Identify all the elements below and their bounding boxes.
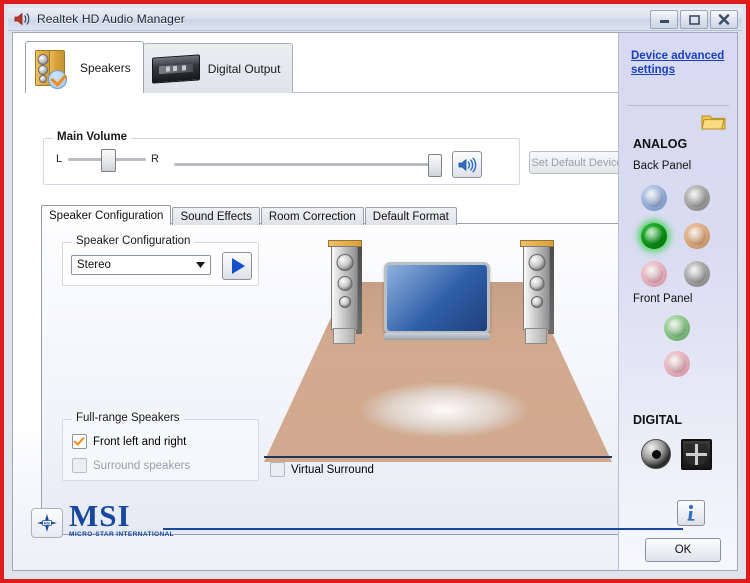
device-jacks-panel: Device advanced settings ANALOG Back Pan… <box>618 33 737 570</box>
set-default-device-button[interactable]: Set Default Device <box>529 151 625 174</box>
room-baseline <box>264 456 612 458</box>
listening-position-glow <box>360 382 528 438</box>
tab-digital-output[interactable]: Digital Output <box>142 43 294 93</box>
msi-brand-sub: MICRO-STAR INTERNATIONAL <box>69 530 175 538</box>
speaker-configuration-dropdown[interactable]: Stereo <box>71 255 211 275</box>
subtab-speaker-configuration[interactable]: Speaker Configuration <box>41 205 172 225</box>
speaker-configuration-panel: Speaker Configuration Stereo Full-range … <box>41 223 623 535</box>
jack-green-line-out[interactable] <box>641 223 667 249</box>
analog-header: ANALOG <box>633 137 688 151</box>
balance-slider-track[interactable] <box>68 148 146 172</box>
info-icon <box>687 504 695 521</box>
volume-slider-track[interactable] <box>174 163 432 166</box>
footer-bar: MSI MSI MICRO-STAR INTERNATIONAL OK <box>13 500 737 570</box>
screenshot-frame: Realtek HD Audio Manager Speakers Digita… <box>0 0 750 583</box>
full-range-speakers-group: Full-range Speakers Front left and right… <box>62 412 259 481</box>
front-panel-label: Front Panel <box>633 293 693 305</box>
device-advanced-settings-link[interactable]: Device advanced settings <box>631 49 727 77</box>
msi-logo: MSI MSI MICRO-STAR INTERNATIONAL <box>31 500 174 539</box>
digital-output-icon <box>151 53 200 84</box>
balance-slider-thumb[interactable] <box>101 148 116 172</box>
window-title: Realtek HD Audio Manager <box>37 12 185 26</box>
folder-icon[interactable] <box>701 113 727 131</box>
checkbox-front-left-right-label: Front left and right <box>93 435 187 448</box>
jack-grey-side[interactable] <box>684 185 710 211</box>
play-icon <box>232 258 245 274</box>
subtab-sound-effects[interactable]: Sound Effects <box>172 207 260 225</box>
ok-button[interactable]: OK <box>645 538 721 562</box>
television-icon <box>384 262 490 340</box>
msi-badge-icon: MSI <box>31 508 63 538</box>
jack-blue-line-in[interactable] <box>641 185 667 211</box>
checkbox-surround-speakers-label: Surround speakers <box>93 459 191 472</box>
play-test-button[interactable] <box>222 252 252 280</box>
checkbox-virtual-surround[interactable]: Virtual Surround <box>270 462 374 477</box>
checkbox-virtual-surround-box[interactable] <box>270 462 285 477</box>
full-range-caption: Full-range Speakers <box>72 412 184 424</box>
main-volume-group: Main Volume L R <box>43 131 520 185</box>
msi-wordmark: MSI MICRO-STAR INTERNATIONAL <box>69 500 174 539</box>
front-left-speaker-icon <box>328 240 362 346</box>
right-panel-divider <box>627 105 729 106</box>
back-panel-label: Back Panel <box>633 160 692 172</box>
jack-pink-mic[interactable] <box>641 261 667 287</box>
checkbox-front-left-right[interactable]: Front left and right <box>72 434 186 449</box>
balance-control[interactable]: L R <box>52 148 162 172</box>
jack-front-green-headphone[interactable] <box>664 315 690 341</box>
speakers-icon <box>34 48 72 89</box>
jack-front-pink-mic[interactable] <box>664 351 690 377</box>
active-device-check-icon <box>48 69 67 89</box>
msi-brand: MSI <box>69 497 131 533</box>
front-right-speaker-icon <box>520 240 554 346</box>
realtek-speaker-icon <box>13 11 31 27</box>
tab-speakers-label: Speakers <box>80 60 131 75</box>
footer-rule <box>163 528 683 530</box>
top-tab-bar: Speakers Digital Output <box>25 41 294 93</box>
svg-text:MSI: MSI <box>44 522 50 526</box>
checkbox-surround-speakers: Surround speakers <box>72 458 190 473</box>
volume-slider-thumb[interactable] <box>428 154 442 177</box>
window-controls <box>648 10 738 29</box>
close-button[interactable] <box>710 10 738 29</box>
window-client-area: Speakers Digital Output Main Volume L R … <box>12 32 738 571</box>
maximize-button[interactable] <box>680 10 708 29</box>
tab-speakers[interactable]: Speakers <box>25 41 144 93</box>
speaker-volume-icon <box>458 157 476 172</box>
optical-spdif-port[interactable] <box>681 439 712 470</box>
balance-right-label: R <box>151 153 159 165</box>
balance-left-label: L <box>55 153 63 165</box>
speaker-configuration-value: Stereo <box>77 259 111 271</box>
sub-tab-bar: Speaker Configuration Sound Effects Room… <box>41 205 458 225</box>
jack-orange-center-sub[interactable] <box>684 223 710 249</box>
checkbox-virtual-surround-label: Virtual Surround <box>291 463 374 476</box>
jack-grey-rear[interactable] <box>684 261 710 287</box>
coaxial-spdif-jack[interactable] <box>641 439 671 469</box>
tab-digital-output-label: Digital Output <box>207 61 281 76</box>
checkbox-surround-speakers-box <box>72 458 87 473</box>
title-bar: Realtek HD Audio Manager <box>8 8 742 31</box>
subtab-default-format[interactable]: Default Format <box>364 207 457 225</box>
info-button[interactable] <box>677 500 705 526</box>
mute-button[interactable] <box>452 151 482 178</box>
digital-header: DIGITAL <box>633 413 683 427</box>
speaker-configuration-caption: Speaker Configuration <box>72 235 195 247</box>
speaker-layout-preview <box>264 234 612 462</box>
checkbox-front-left-right-box[interactable] <box>72 434 87 449</box>
main-volume-caption: Main Volume <box>53 131 132 143</box>
minimize-button[interactable] <box>650 10 678 29</box>
chevron-down-icon <box>192 257 209 273</box>
subtab-room-correction[interactable]: Room Correction <box>260 207 364 225</box>
